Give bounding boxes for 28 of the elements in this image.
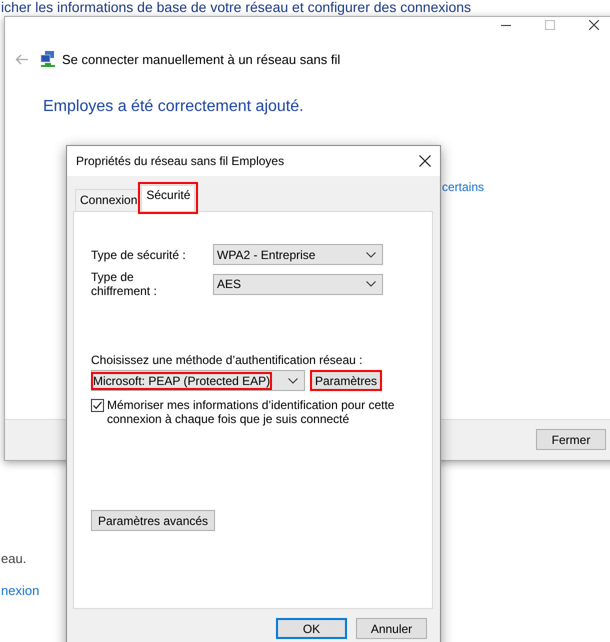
- cancel-button[interactable]: Annuler: [356, 618, 427, 639]
- network-icon: [40, 51, 56, 67]
- dropdown[interactable]: AES: [213, 274, 383, 294]
- dialog-title: Propriétés du réseau sans fil Employes: [76, 154, 284, 168]
- close-button[interactable]: Fermer: [536, 429, 606, 450]
- ok-button[interactable]: OK: [276, 618, 347, 639]
- chevron-down-icon: [366, 252, 376, 258]
- settings-button[interactable]: Paramètres: [310, 370, 382, 391]
- tab[interactable]: Sécurité: [141, 185, 196, 211]
- page-text: eau.: [1, 551, 26, 566]
- window-title: Se connecter manuellement à un réseau sans fil: [62, 52, 340, 66]
- field-label: Type de sécurité :: [91, 248, 187, 262]
- close-icon[interactable]: [589, 20, 599, 30]
- dropdown[interactable]: Microsoft: PEAP (Protected EAP): [91, 370, 305, 391]
- link[interactable]: nexion: [1, 583, 40, 598]
- success-message: Employes a été correctement ajouté.: [43, 98, 305, 116]
- checkbox[interactable]: [91, 399, 104, 412]
- close-icon[interactable]: [419, 155, 431, 167]
- chevron-down-icon: [288, 378, 298, 384]
- page-heading: icher les informations de base de votre réseau et configurer des connexions: [1, 0, 472, 15]
- chevron-down-icon: [366, 281, 376, 287]
- field-label: Type de chiffrement :: [91, 270, 158, 298]
- field-label: Choisissez une méthode d’authentification réseau :: [91, 353, 364, 367]
- checkbox-label: Mémoriser mes informations d’identification pour cette connexion à chaque fois que je suis connecté: [107, 398, 396, 426]
- link[interactable]: certains: [442, 180, 484, 194]
- dropdown[interactable]: WPA2 - Entreprise: [213, 244, 383, 265]
- advanced-settings-button[interactable]: Paramètres avancés: [91, 510, 216, 531]
- tab[interactable]: Connexion: [75, 189, 142, 211]
